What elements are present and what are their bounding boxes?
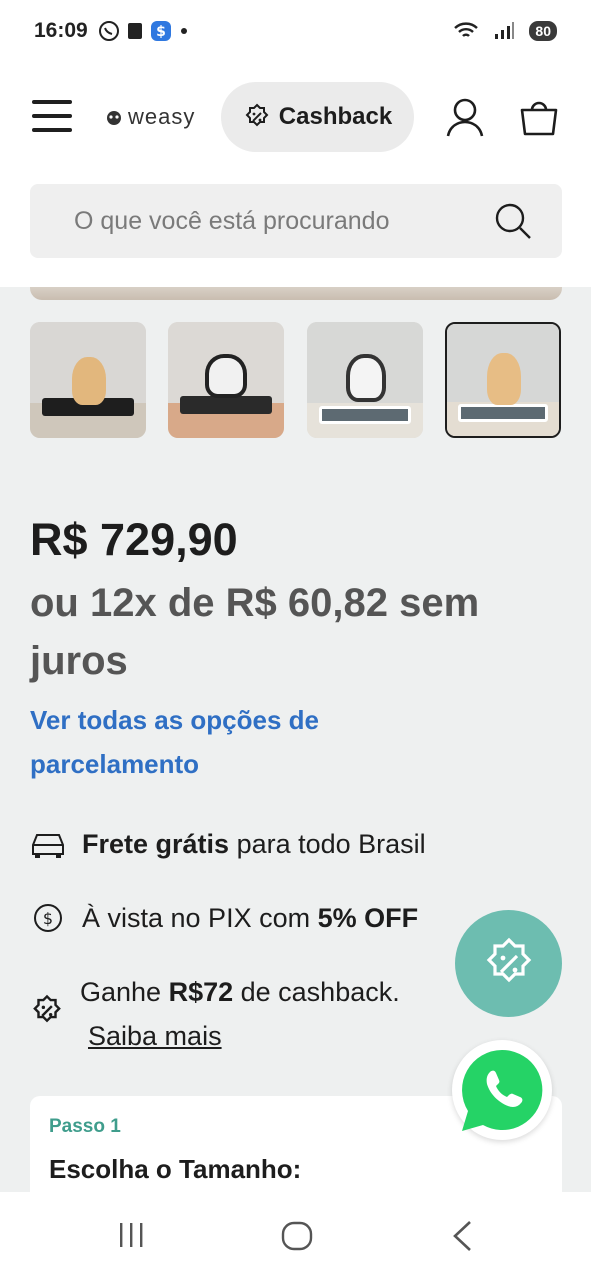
pix-text: À vista no PIX com [82, 902, 318, 933]
menu-bar [32, 100, 72, 104]
pix-discount-benefit: $ À vista no PIX com 5% OFF [30, 900, 418, 936]
user-icon [446, 98, 484, 137]
status-time: 16:09 [34, 19, 88, 42]
header-row: weasy Cashback [0, 82, 591, 154]
shipping-bold-text: Frete grátis [82, 828, 230, 859]
menu-bar [32, 128, 72, 132]
menu-bar [32, 114, 72, 118]
cashback-badge-icon [30, 994, 64, 1033]
saiba-mais-link[interactable]: Saiba mais [88, 1021, 222, 1051]
car-icon [30, 826, 66, 862]
dollar-app-icon: $ [150, 20, 172, 42]
free-shipping-benefit: Frete grátis para todo Brasil [30, 826, 426, 862]
step-label: Passo 1 [49, 1116, 121, 1137]
installment-info: ou 12x de R$ 60,82 sem juros [30, 581, 480, 683]
signal-icon [493, 21, 515, 41]
cashback-label: Cashback [278, 103, 393, 130]
recent-apps-icon[interactable] [117, 1220, 147, 1250]
thumbnail-strip [30, 322, 562, 438]
main-product-image[interactable] [30, 287, 562, 300]
svg-text:$: $ [43, 909, 53, 928]
cashback-pre-text: Ganhe [80, 977, 169, 1007]
cashback-badge-icon [486, 937, 531, 982]
cashback-text: Ganhe R$72 de cashback. Saiba mais [80, 970, 400, 1058]
thumbnail-3[interactable] [307, 322, 423, 438]
shipping-text: para todo Brasil [229, 828, 426, 859]
cashback-amount: R$72 [168, 977, 234, 1007]
back-icon[interactable] [450, 1220, 474, 1252]
floating-cashback-button[interactable] [455, 910, 562, 1017]
cart-button[interactable] [518, 96, 560, 143]
account-button[interactable] [444, 96, 486, 143]
dot-icon [178, 25, 190, 37]
cashback-post-text: de cashback. [233, 977, 400, 1007]
whatsapp-chat-button[interactable] [452, 1040, 552, 1140]
site-header: weasy Cashback [0, 62, 591, 287]
pix-bold-text: 5% OFF [317, 902, 419, 933]
logo-text: weasy [128, 104, 196, 129]
cashback-button[interactable]: Cashback [221, 82, 414, 152]
home-icon[interactable] [281, 1220, 313, 1252]
product-price: R$ 729,90 [30, 514, 238, 565]
search-bar [30, 184, 562, 258]
battery-icon: 80 [529, 21, 557, 41]
thumbnail-1[interactable] [30, 322, 146, 438]
search-input[interactable] [74, 206, 494, 236]
menu-button[interactable] [32, 100, 72, 134]
paw-logo-icon [107, 111, 121, 125]
thumbnail-2[interactable] [168, 322, 284, 438]
step-title: Escolha o Tamanho: [49, 1154, 302, 1184]
whatsapp-icon [98, 20, 120, 42]
android-nav-bar [0, 1192, 591, 1280]
thumbnail-4[interactable] [445, 322, 561, 438]
notes-icon [126, 21, 144, 41]
cashback-badge-icon [245, 103, 269, 127]
shopping-bag-icon [520, 101, 558, 136]
installment-options-link[interactable]: Ver todas as opções de parcelamento [30, 698, 450, 786]
weasy-logo[interactable]: weasy [104, 104, 195, 130]
wifi-icon [453, 21, 479, 41]
svg-text:$: $ [156, 24, 166, 40]
search-icon[interactable] [494, 202, 532, 240]
dollar-coin-icon: $ [30, 900, 66, 936]
status-bar: 16:09 $ 80 [0, 0, 591, 62]
whatsapp-icon [462, 1049, 543, 1131]
